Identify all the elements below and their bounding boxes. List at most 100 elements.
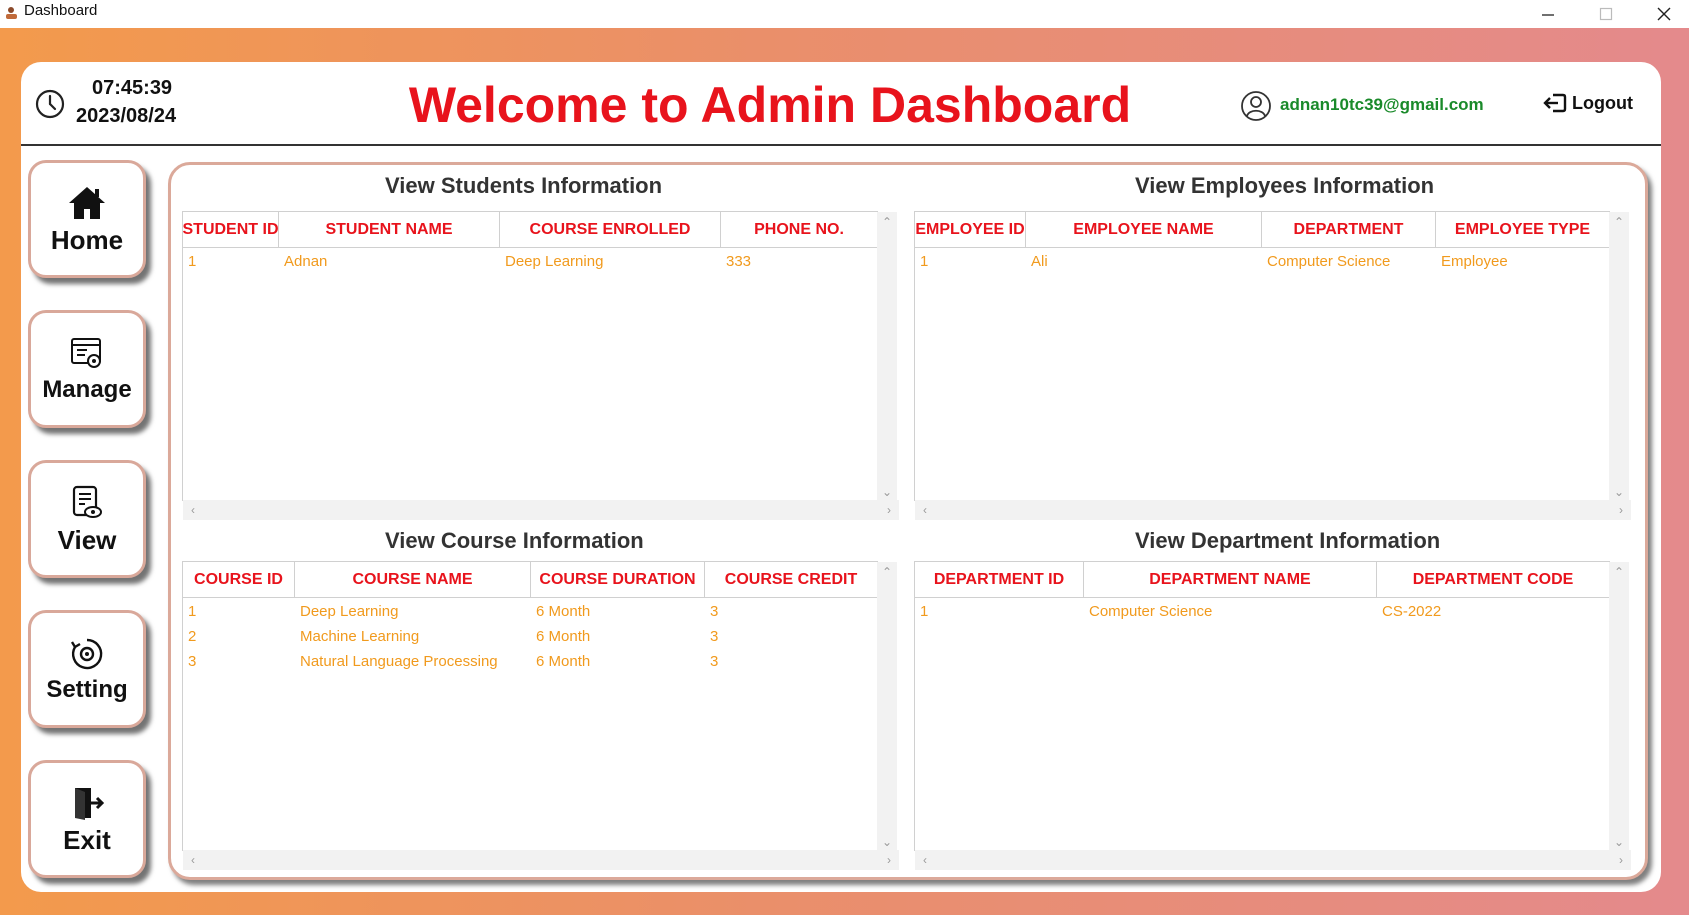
home-icon (69, 186, 105, 219)
scroll-left-icon[interactable]: ‹ (183, 850, 203, 870)
table-cell: 3 (710, 628, 719, 645)
scroll-up-icon[interactable]: ⌃ (1609, 212, 1629, 232)
column-header[interactable]: COURSE ENROLLED (500, 212, 721, 248)
table-cell: Deep Learning (300, 603, 399, 620)
courses-table-header: COURSE ID COURSE NAME COURSE DURATION CO… (183, 562, 878, 598)
horizontal-scrollbar[interactable]: ‹ › (183, 500, 899, 520)
app-icon (6, 7, 17, 19)
column-header[interactable]: COURSE DURATION (531, 562, 705, 598)
table-cell: Deep Learning (505, 253, 604, 270)
courses-table[interactable]: COURSE ID COURSE NAME COURSE DURATION CO… (182, 561, 899, 870)
table-cell: 333 (726, 253, 752, 270)
table-row[interactable]: 1 Adnan Deep Learning 333 (183, 249, 878, 274)
setting-icon (70, 638, 103, 670)
scroll-right-icon[interactable]: › (879, 850, 899, 870)
view-icon (72, 485, 102, 518)
courses-section-title: View Course Information (385, 528, 644, 553)
table-row[interactable]: 1 Ali Computer Science Employee (915, 249, 1610, 274)
scroll-down-icon[interactable]: ⌄ (877, 832, 897, 852)
horizontal-scrollbar[interactable]: ‹ › (183, 850, 899, 870)
scroll-up-icon[interactable]: ⌃ (1609, 562, 1629, 582)
exit-label: Exit (63, 824, 111, 855)
scroll-right-icon[interactable]: › (1611, 850, 1631, 870)
scroll-down-icon[interactable]: ⌄ (1609, 832, 1629, 852)
manage-button[interactable]: Manage (28, 310, 146, 428)
logout-button[interactable]: Logout (1542, 92, 1633, 114)
user-icon (1241, 91, 1271, 121)
manage-label: Manage (42, 376, 132, 403)
departments-section-title: View Department Information (1135, 528, 1441, 553)
table-row[interactable]: 1 Deep Learning 6 Month 3 (183, 599, 878, 624)
table-row[interactable]: 3 Natural Language Processing 6 Month 3 (183, 649, 878, 674)
horizontal-scrollbar[interactable]: ‹ › (915, 500, 1631, 520)
close-icon (1657, 7, 1671, 21)
column-header[interactable]: COURSE CREDIT (705, 562, 878, 598)
departments-table[interactable]: DEPARTMENT ID DEPARTMENT NAME DEPARTMENT… (914, 561, 1631, 870)
clock-time: 07:45:39 (92, 77, 173, 99)
employees-table-header: EMPLOYEE ID EMPLOYEE NAME DEPARTMENT EMP… (915, 212, 1610, 248)
table-cell: 2 (188, 628, 197, 645)
scroll-up-icon[interactable]: ⌃ (877, 562, 897, 582)
scroll-right-icon[interactable]: › (879, 500, 899, 520)
table-cell: 3 (710, 653, 719, 670)
scroll-up-icon[interactable]: ⌃ (877, 212, 897, 232)
column-header[interactable]: STUDENT NAME (279, 212, 500, 248)
close-button[interactable] (1636, 0, 1689, 28)
scroll-down-icon[interactable]: ⌄ (1609, 482, 1629, 502)
vertical-scrollbar[interactable]: ⌃ ⌄ (877, 562, 897, 852)
page-title: Welcome to Admin Dashboard (408, 77, 1132, 133)
view-label: View (57, 524, 117, 555)
departments-table-body: 1 Computer Science CS-2022 (915, 599, 1610, 624)
table-cell: 1 (920, 253, 929, 270)
table-cell: 1 (188, 253, 197, 270)
logout-label: Logout (1572, 92, 1633, 113)
employees-table[interactable]: EMPLOYEE ID EMPLOYEE NAME DEPARTMENT EMP… (914, 211, 1631, 520)
scroll-left-icon[interactable]: ‹ (915, 850, 935, 870)
scroll-down-icon[interactable]: ⌄ (877, 482, 897, 502)
column-header[interactable]: EMPLOYEE TYPE (1436, 212, 1610, 248)
minimize-icon (1542, 14, 1554, 16)
column-header[interactable]: EMPLOYEE NAME (1026, 212, 1262, 248)
students-table[interactable]: STUDENT ID STUDENT NAME COURSE ENROLLED … (182, 211, 899, 520)
table-cell: 3 (710, 603, 719, 620)
table-cell: Ali (1031, 253, 1048, 270)
departments-table-header: DEPARTMENT ID DEPARTMENT NAME DEPARTMENT… (915, 562, 1610, 598)
exit-button[interactable]: Exit (28, 760, 146, 878)
table-cell: Employee (1441, 253, 1508, 270)
table-cell: 6 Month (536, 628, 591, 645)
column-header[interactable]: DEPARTMENT ID (915, 562, 1084, 598)
column-header[interactable]: DEPARTMENT NAME (1084, 562, 1377, 598)
table-row[interactable]: 2 Machine Learning 6 Month 3 (183, 624, 878, 649)
courses-table-body: 1 Deep Learning 6 Month 3 2 Machine Lear… (183, 599, 878, 674)
scroll-right-icon[interactable]: › (1611, 500, 1631, 520)
column-header[interactable]: STUDENT ID (183, 212, 279, 248)
minimize-button[interactable] (1520, 0, 1576, 28)
manage-icon (71, 338, 101, 368)
column-header[interactable]: DEPARTMENT CODE (1377, 562, 1610, 598)
scroll-left-icon[interactable]: ‹ (915, 500, 935, 520)
column-header[interactable]: PHONE NO. (721, 212, 878, 248)
table-cell: 6 Month (536, 603, 591, 620)
header-divider (21, 144, 1661, 146)
table-cell: 1 (920, 603, 929, 620)
logout-icon (1543, 93, 1567, 113)
column-header[interactable]: COURSE NAME (295, 562, 531, 598)
home-button[interactable]: Home (28, 160, 146, 278)
scroll-left-icon[interactable]: ‹ (183, 500, 203, 520)
vertical-scrollbar[interactable]: ⌃ ⌄ (1609, 562, 1629, 852)
view-button[interactable]: View (28, 460, 146, 578)
table-cell: 1 (188, 603, 197, 620)
students-section-title: View Students Information (385, 173, 663, 198)
column-header[interactable]: EMPLOYEE ID (915, 212, 1026, 248)
horizontal-scrollbar[interactable]: ‹ › (915, 850, 1631, 870)
column-header[interactable]: DEPARTMENT (1262, 212, 1436, 248)
window-title: Dashboard (24, 2, 98, 19)
column-header[interactable]: COURSE ID (183, 562, 295, 598)
table-cell: 6 Month (536, 653, 591, 670)
vertical-scrollbar[interactable]: ⌃ ⌄ (877, 212, 897, 502)
setting-button[interactable]: Setting (28, 610, 146, 728)
clock-icon (35, 89, 65, 119)
table-row[interactable]: 1 Computer Science CS-2022 (915, 599, 1610, 624)
vertical-scrollbar[interactable]: ⌃ ⌄ (1609, 212, 1629, 502)
maximize-button[interactable] (1578, 0, 1634, 28)
